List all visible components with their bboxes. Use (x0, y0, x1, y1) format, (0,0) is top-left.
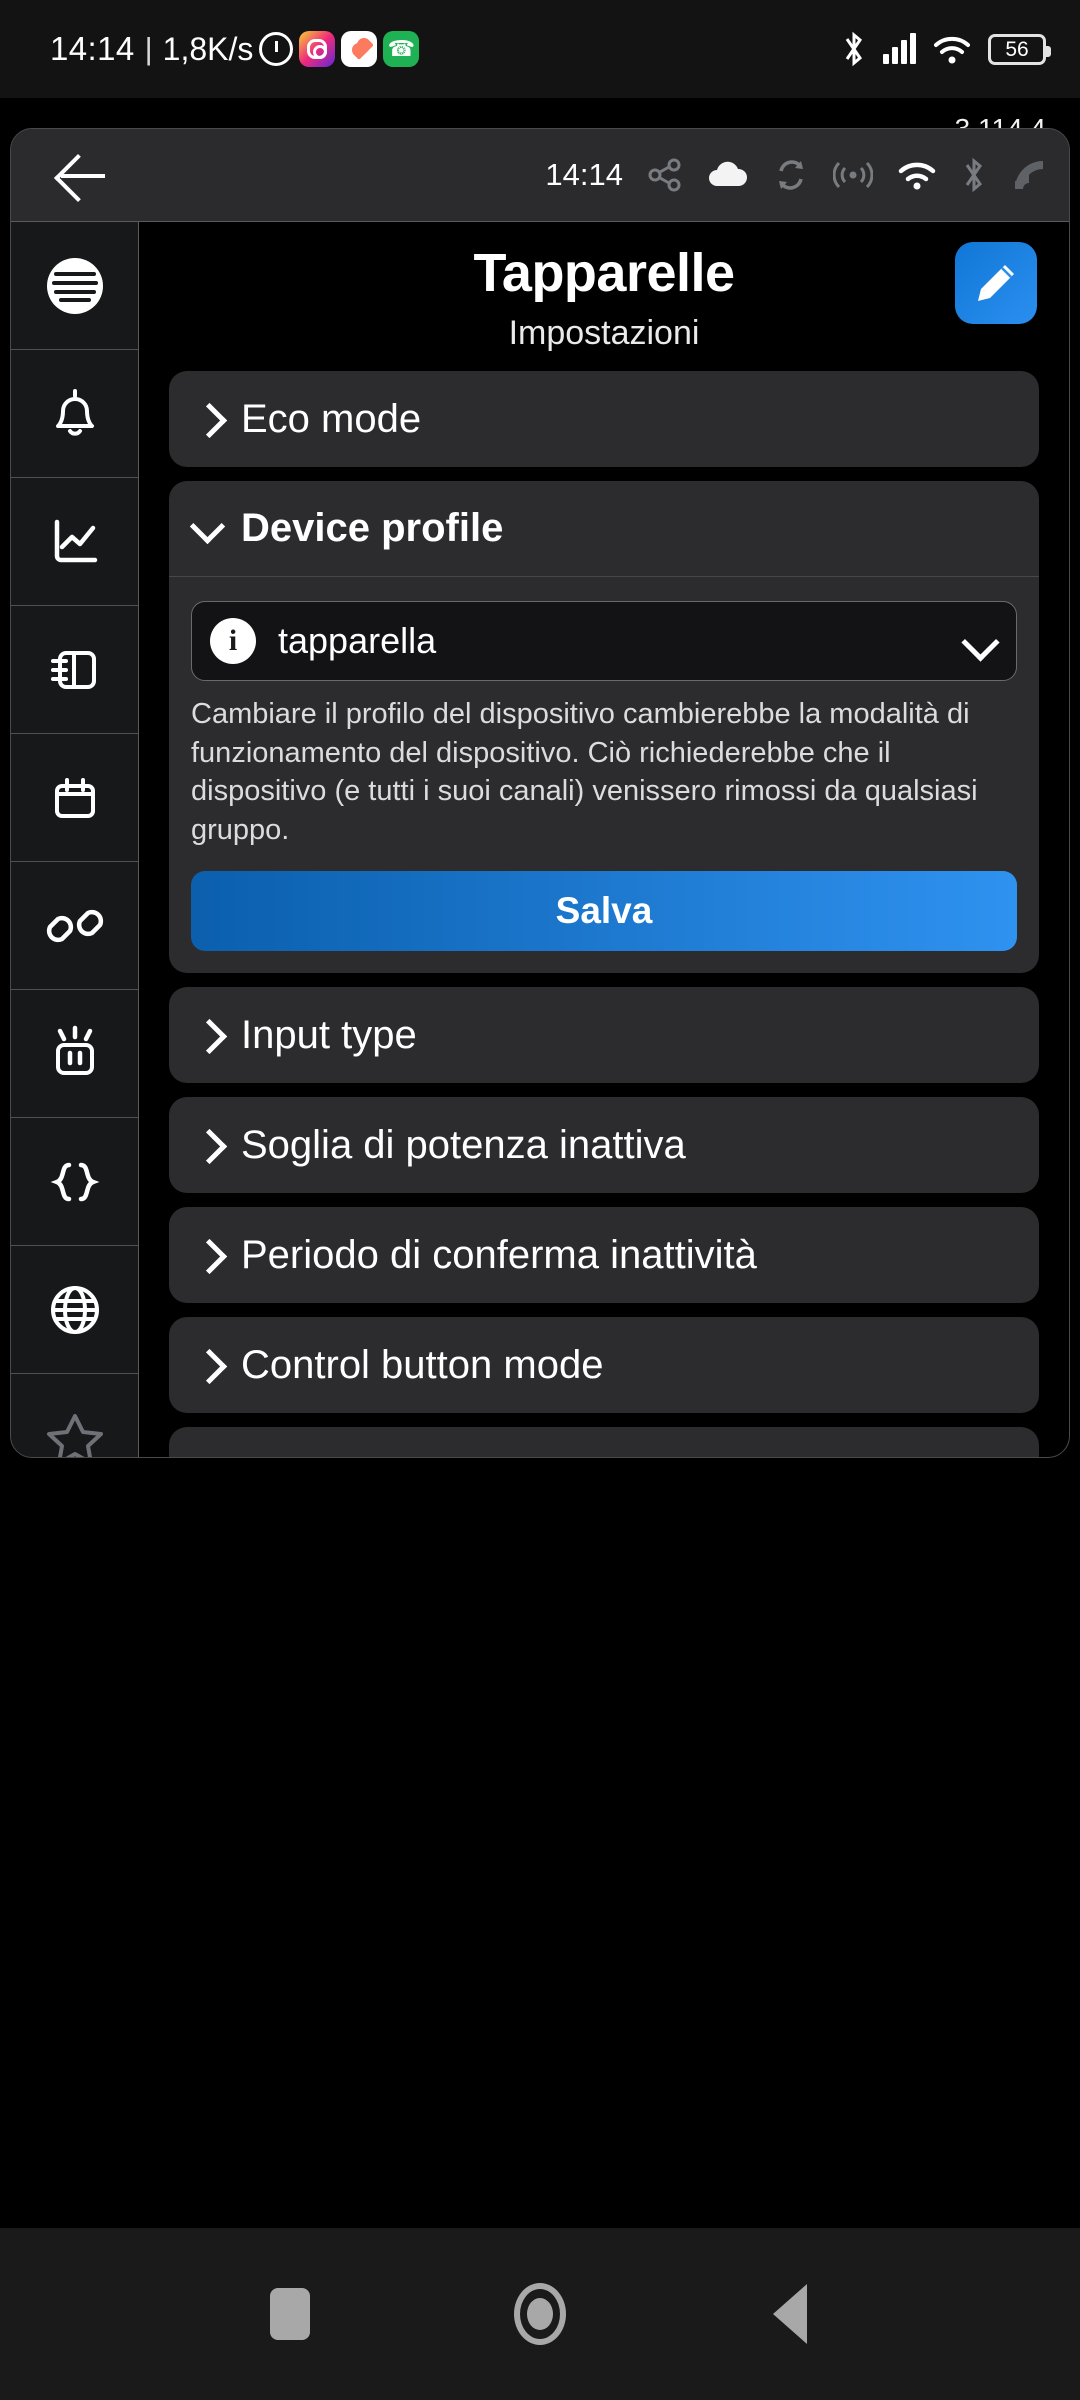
settings-row-label: Control button mode (241, 1342, 604, 1387)
settings-row-control-button-mode[interactable]: Control button mode (169, 1317, 1039, 1414)
chart-line-icon (54, 519, 97, 562)
home-button[interactable] (415, 2283, 665, 2345)
status-right-group: 56 (841, 30, 1051, 68)
settings-group-body: i tapparella Cambiare il profilo del dis… (169, 577, 1039, 973)
settings-row-eco-mode[interactable]: Eco mode (169, 371, 1039, 468)
chevron-right-icon (195, 1128, 215, 1162)
cloud-icon (709, 161, 748, 186)
wifi-icon (934, 36, 970, 64)
sidebar-item-scenes[interactable] (11, 990, 138, 1118)
status-separator: | (144, 31, 153, 66)
sidebar-item-schedule[interactable] (11, 734, 138, 862)
settings-row-periodo-conferma-inattivita[interactable]: Periodo di conferma inattività (169, 1207, 1039, 1304)
circle-home-icon (514, 2283, 566, 2345)
sync-icon (779, 160, 803, 190)
share-icon (648, 158, 681, 192)
settings-row-label: Eco mode (241, 396, 422, 441)
sidebar-item-links[interactable] (11, 862, 138, 990)
health-app-icon (341, 31, 378, 67)
settings-content: Tapparelle Impostazioni Eco mode Device … (139, 222, 1069, 1457)
app-window: 14:14 Tapparelle Impostazioni Eco mode D… (10, 128, 1070, 1458)
chevron-down-icon (964, 631, 994, 651)
pencil-icon (978, 265, 1014, 301)
sidebar-item-statistics[interactable] (11, 478, 138, 606)
settings-row-input-type[interactable]: Input type (169, 987, 1039, 1084)
settings-group-device-profile: Device profile i tapparella Cambiare il … (169, 481, 1039, 974)
status-network-speed: 1,8K/s (162, 30, 254, 67)
calendar-icon (54, 777, 95, 818)
flash-box-icon (55, 1025, 94, 1075)
settings-row-label: Soglia di potenza inattiva (241, 1122, 686, 1167)
device-profile-description: Cambiare il profilo del dispositivo camb… (191, 698, 978, 846)
chevron-right-icon (195, 1348, 215, 1382)
sidebar-item-json[interactable] (11, 1118, 138, 1246)
wifi-icon (898, 162, 936, 190)
chevron-down-icon (195, 512, 215, 546)
settings-row-soglia-potenza-inattiva[interactable]: Soglia di potenza inattiva (169, 1097, 1039, 1194)
edit-button[interactable] (955, 242, 1037, 324)
signal-icon (1015, 161, 1043, 189)
device-profile-value: tapparella (278, 620, 437, 662)
bluetooth-icon (845, 31, 863, 67)
status-left-group: 14:14 | 1,8K/s (50, 30, 420, 68)
list-circle-icon (46, 257, 103, 314)
bluetooth-icon (965, 157, 983, 193)
chevron-right-icon (195, 1238, 215, 1272)
battery-level-text: 56 (1005, 37, 1029, 61)
app-body: Tapparelle Impostazioni Eco mode Device … (11, 221, 1069, 1457)
cellular-signal-icon (883, 33, 916, 64)
save-button-label: Salva (555, 890, 653, 932)
settings-list: Eco mode Device profile i tapparella Cam… (139, 353, 1069, 1457)
settings-row-label: Periodo di conferma inattività (241, 1232, 757, 1277)
device-profile-select[interactable]: i tapparella (191, 601, 1017, 682)
globe-icon (50, 1285, 99, 1334)
status-clock: 14:14 (50, 30, 135, 67)
sidebar-item-network[interactable] (11, 1246, 138, 1374)
bell-icon (55, 388, 94, 436)
sidebar-item-notifications[interactable] (11, 350, 138, 478)
back-button[interactable] (665, 2284, 915, 2344)
sidebar-item-overview-icon[interactable] (11, 222, 138, 350)
info-icon: i (210, 618, 256, 665)
settings-group-header[interactable]: Device profile (169, 481, 1039, 578)
phone-app-icon (383, 31, 420, 67)
star-icon (46, 1413, 103, 1457)
page-title: Tapparelle (473, 243, 735, 303)
broadcast-icon (833, 161, 873, 189)
battery-icon: 56 (988, 33, 1051, 65)
app-top-bar-right: 14:14 (545, 156, 1047, 194)
triangle-back-icon (773, 2284, 807, 2344)
settings-row-inverti-direzione[interactable]: Inverti direzione (169, 1427, 1039, 1457)
phone-screen: 14:14 | 1,8K/s 56 3.11 (0, 0, 1080, 2400)
app-clock: 14:14 (545, 157, 623, 192)
square-recents-icon (270, 2288, 310, 2340)
sidebar (11, 222, 139, 1457)
recents-button[interactable] (165, 2288, 415, 2340)
link-icon (46, 909, 103, 942)
settings-row-label: Input type (241, 1012, 417, 1057)
chevron-right-icon (195, 402, 215, 436)
sidebar-item-favorites[interactable] (11, 1374, 138, 1457)
sidebar-item-device-panel[interactable] (11, 606, 138, 734)
settings-row-label: Inverti direzione (241, 1453, 523, 1457)
instagram-app-icon (299, 31, 336, 67)
panel-icon (50, 650, 96, 689)
braces-icon (50, 1162, 99, 1201)
back-arrow-icon[interactable] (55, 147, 111, 203)
settings-group-label: Device profile (241, 506, 504, 551)
save-button[interactable]: Salva (191, 871, 1017, 952)
system-status-bar: 14:14 | 1,8K/s 56 (0, 0, 1080, 98)
page-subtitle: Impostazioni (508, 314, 700, 353)
page-header: Tapparelle Impostazioni (139, 222, 1069, 353)
app-top-bar: 14:14 (11, 129, 1069, 221)
android-navigation-bar (0, 2228, 1080, 2400)
alarm-icon (259, 32, 294, 66)
chevron-right-icon (195, 1018, 215, 1052)
